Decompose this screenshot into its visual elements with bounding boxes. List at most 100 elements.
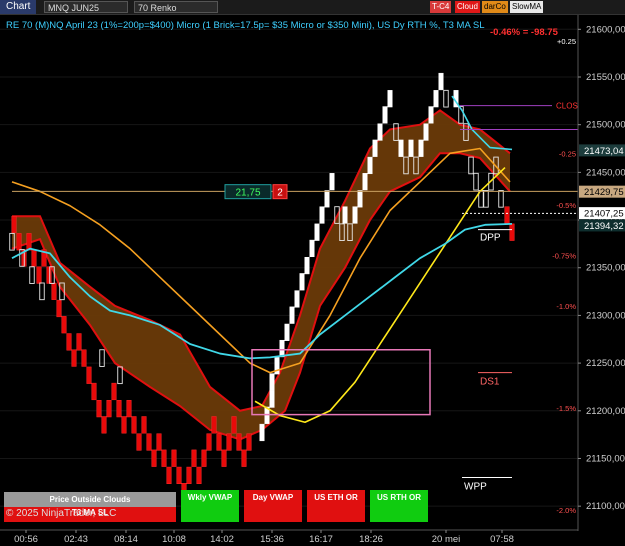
us-eth-or-label: US ETH OR	[314, 493, 358, 502]
price-marker-label: 21394,32	[584, 221, 624, 232]
renko-up-brick	[423, 123, 429, 141]
y-tick-label: 21500,00	[586, 120, 625, 131]
renko-down-brick	[51, 282, 57, 300]
level-label: DS1	[480, 377, 500, 388]
renko-up-brick	[433, 90, 439, 108]
renko-up-brick	[342, 206, 348, 224]
x-tick-label: 00:56	[14, 534, 38, 545]
renko-hollow-brick	[483, 190, 489, 208]
y-tick-label: 21300,00	[586, 310, 625, 321]
renko-down-brick	[166, 466, 172, 484]
renko-down-brick	[121, 416, 127, 434]
renko-up-brick	[377, 123, 383, 141]
renko-down-brick	[191, 449, 197, 467]
price-marker-label: 21473,04	[584, 146, 624, 157]
renko-up-brick	[387, 90, 393, 108]
renko-up-brick	[418, 139, 424, 157]
percent-label: -0.75%	[552, 251, 576, 260]
renko-up-brick	[329, 173, 335, 191]
renko-up-brick	[304, 256, 310, 275]
renko-up-brick	[279, 339, 285, 358]
price-marker-label: 21429,75	[584, 187, 624, 198]
renko-hollow-brick	[39, 282, 45, 301]
renko-down-brick	[26, 233, 32, 251]
y-tick-label: 21200,00	[586, 406, 625, 417]
renko-down-brick	[176, 466, 182, 484]
percent-label: -2.0%	[556, 506, 576, 515]
day-vwap-label: Day VWAP	[252, 493, 294, 502]
renko-hollow-brick	[99, 349, 105, 367]
renko-up-brick	[284, 323, 290, 341]
chart-canvas[interactable]: CLOS DPP DS1 WPP +0.25 -0.25 -0.5% -0.75% -1.0% -…	[0, 0, 625, 546]
renko-up-brick	[319, 206, 325, 224]
renko-down-brick	[86, 366, 92, 384]
renko-down-brick	[186, 466, 192, 484]
renko-up-brick	[382, 106, 388, 124]
renko-down-brick	[71, 349, 77, 367]
price-marker-label: 21407,25	[584, 209, 624, 220]
percent-label: -0.25	[559, 149, 576, 158]
renko-down-brick	[231, 416, 237, 434]
renko-down-brick	[509, 223, 515, 241]
renko-down-brick	[236, 433, 242, 451]
renko-up-brick	[428, 106, 434, 124]
renko-up-brick	[362, 173, 368, 191]
renko-down-brick	[56, 299, 62, 318]
x-tick-label: 20 mei	[432, 534, 461, 545]
renko-up-brick	[299, 273, 305, 291]
y-tick-label: 21350,00	[586, 263, 625, 274]
renko-hollow-brick	[468, 156, 474, 175]
change-readout: -0.46% = -98.75	[490, 27, 558, 38]
price-axis	[578, 15, 625, 546]
x-tick-label: 18:26	[359, 534, 383, 545]
level-label: WPP	[464, 481, 487, 492]
percent-label: -0.5%	[556, 201, 576, 210]
x-tick-label: 10:08	[162, 534, 186, 545]
renko-up-brick	[309, 239, 315, 258]
x-tick-label: 07:58	[490, 534, 514, 545]
us-eth-or-panel: US ETH OR	[307, 490, 365, 522]
renko-hollow-brick	[498, 190, 504, 208]
renko-up-brick	[408, 139, 414, 157]
level-label: CLOS	[556, 102, 578, 111]
renko-down-brick	[81, 349, 87, 367]
renko-up-brick	[269, 373, 275, 391]
y-tick-label: 21550,00	[586, 72, 625, 83]
renko-down-brick	[211, 416, 217, 434]
y-tick-label: 21450,00	[586, 167, 625, 178]
renko-down-brick	[216, 433, 222, 451]
chart-description: RE 70 (M)NQ April 23 (1%=200p=$400) Micr…	[6, 20, 485, 31]
x-tick-label: 16:17	[309, 534, 333, 545]
renko-down-brick	[151, 449, 157, 467]
x-tick-label: 02:43	[64, 534, 88, 545]
price-outside-clouds-label: Price Outside Clouds	[49, 495, 131, 504]
renko-down-brick	[146, 433, 152, 451]
us-rth-or-label: US RTH OR	[377, 493, 421, 502]
day-vwap-panel: Day VWAP	[244, 490, 302, 522]
wkly-vwap-label: Wkly VWAP	[187, 493, 233, 502]
renko-up-brick	[357, 190, 363, 208]
renko-hollow-brick	[29, 266, 35, 284]
order-price-text: 21,75	[235, 188, 260, 199]
renko-up-brick	[294, 290, 300, 308]
renko-up-brick	[259, 423, 265, 442]
renko-down-brick	[156, 433, 162, 451]
us-rth-or-panel: US RTH OR	[370, 490, 428, 522]
renko-down-brick	[136, 433, 142, 451]
renko-down-brick	[91, 382, 97, 401]
renko-down-brick	[126, 400, 132, 418]
renko-down-brick	[206, 433, 212, 451]
renko-down-brick	[131, 416, 137, 434]
x-tick-label: 15:36	[260, 534, 284, 545]
renko-hollow-brick	[117, 366, 123, 385]
renko-down-brick	[196, 466, 202, 484]
renko-hollow-brick	[443, 89, 449, 108]
renko-down-brick	[96, 400, 102, 418]
renko-down-brick	[16, 233, 22, 251]
renko-down-brick	[61, 316, 67, 334]
renko-up-brick	[289, 306, 295, 324]
renko-up-brick	[269, 390, 275, 408]
x-tick-label: 08:14	[114, 534, 138, 545]
renko-down-brick	[11, 215, 17, 234]
renko-down-brick	[36, 266, 42, 284]
